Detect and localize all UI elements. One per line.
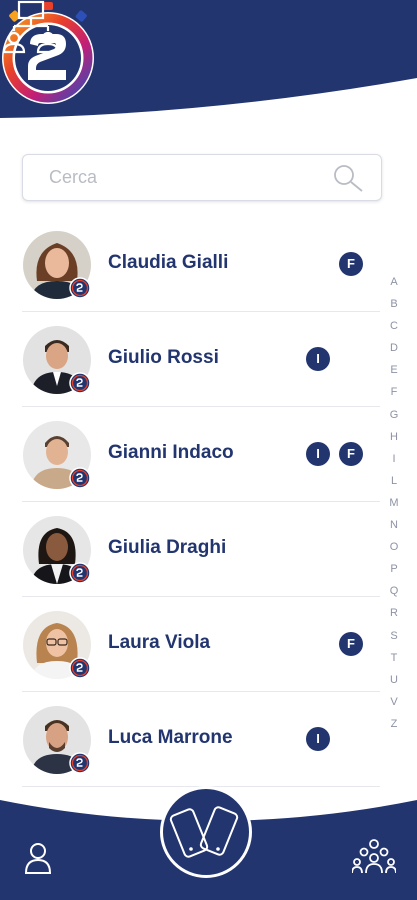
index-letter[interactable]: Q <box>386 580 402 602</box>
index-letter[interactable]: I <box>386 448 402 470</box>
search-input[interactable] <box>23 155 351 200</box>
tag-badge: F <box>339 632 363 656</box>
tag-badge: F <box>339 252 363 276</box>
tag-badge: F <box>339 442 363 466</box>
index-letter[interactable]: G <box>386 404 402 426</box>
user-icon[interactable] <box>24 842 52 874</box>
contact-row[interactable]: Laura Viola F <box>0 597 380 692</box>
index-letter[interactable]: M <box>386 492 402 514</box>
app-badge-icon <box>69 372 91 394</box>
bottom-nav <box>0 780 417 900</box>
index-letter[interactable]: O <box>386 536 402 558</box>
index-letter[interactable]: T <box>386 647 402 669</box>
app-badge-icon <box>69 277 91 299</box>
team-hierarchy-icon[interactable] <box>0 0 62 54</box>
index-letter[interactable]: B <box>386 293 402 315</box>
alphabet-index: A B C D E F G H I L M N O P Q R S T U V … <box>386 271 402 735</box>
phones-button[interactable] <box>160 786 252 878</box>
index-letter[interactable]: A <box>386 271 402 293</box>
index-letter[interactable]: F <box>386 381 402 403</box>
contact-name: Claudia Gialli <box>108 252 229 273</box>
contact-row[interactable]: Giulio Rossi I <box>0 312 380 407</box>
contact-name: Laura Viola <box>108 632 211 653</box>
index-letter[interactable]: N <box>386 514 402 536</box>
search-icon[interactable] <box>331 163 365 193</box>
app-badge-icon <box>69 562 91 584</box>
index-letter[interactable]: Z <box>386 713 402 735</box>
contact-row[interactable]: Claudia Gialli F <box>0 217 380 312</box>
contact-row[interactable]: Luca Marrone I <box>0 692 380 787</box>
contact-name: Gianni Indaco <box>108 442 234 463</box>
index-letter[interactable]: E <box>386 359 402 381</box>
tag-badge: I <box>306 727 330 751</box>
tag-badge: I <box>306 442 330 466</box>
tag-badge: I <box>306 347 330 371</box>
app-badge-icon <box>69 752 91 774</box>
contact-name: Giulio Rossi <box>108 347 219 368</box>
app-badge-icon <box>69 467 91 489</box>
contact-name: Luca Marrone <box>108 727 233 748</box>
index-letter[interactable]: S <box>386 625 402 647</box>
contact-row[interactable]: Giulia Draghi <box>0 502 380 597</box>
phones-icon <box>169 806 239 858</box>
search-bar <box>22 154 382 201</box>
index-letter[interactable]: U <box>386 669 402 691</box>
group-icon[interactable] <box>352 838 396 874</box>
index-letter[interactable]: D <box>386 337 402 359</box>
app-badge-icon <box>69 657 91 679</box>
contact-name: Giulia Draghi <box>108 537 227 558</box>
index-letter[interactable]: H <box>386 426 402 448</box>
index-letter[interactable]: P <box>386 558 402 580</box>
index-letter[interactable]: R <box>386 602 402 624</box>
index-letter[interactable]: L <box>386 470 402 492</box>
app-header <box>0 0 417 140</box>
index-letter[interactable]: V <box>386 691 402 713</box>
contact-row[interactable]: Gianni Indaco I F <box>0 407 380 502</box>
index-letter[interactable]: C <box>386 315 402 337</box>
